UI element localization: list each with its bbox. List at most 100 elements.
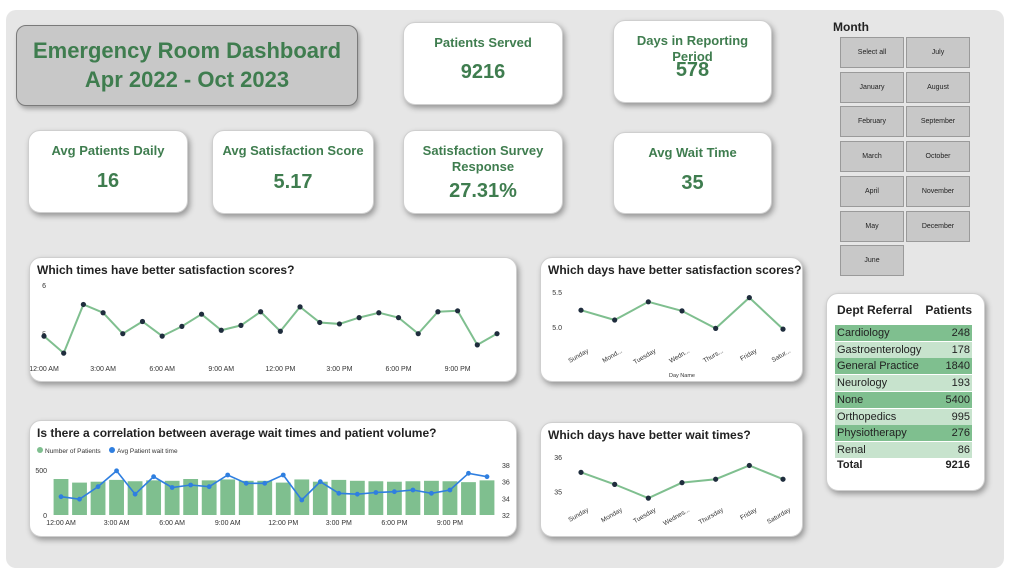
y-right-tick-label: 34	[502, 496, 510, 503]
wait-time-point	[373, 490, 379, 495]
data-point	[780, 326, 786, 332]
x-tick-label: 3:00 PM	[326, 366, 352, 373]
dept-row: None 5400	[835, 391, 972, 408]
x-tick-label: 6:00 AM	[149, 366, 175, 373]
x-tick-label: Thursday	[698, 506, 726, 526]
data-point	[746, 462, 752, 469]
data-point	[679, 480, 685, 486]
kpi-value: 5.17	[273, 171, 313, 193]
total-value: 9216	[945, 459, 970, 471]
dept-patients: 86	[957, 443, 970, 456]
data-point	[198, 311, 205, 317]
month-button[interactable]: February	[840, 106, 904, 138]
chart-hour-satisfaction-card: Which times have better satisfaction sco…	[29, 257, 517, 382]
x-tick-label: Monday	[600, 506, 624, 524]
x-tick-label: Friday	[739, 347, 759, 362]
x-tick-label: 9:00 AM	[215, 520, 241, 527]
dept-name: Cardiology	[837, 327, 890, 339]
patient-count-bar	[331, 479, 347, 515]
kpi-survey-response: Satisfaction Survey Response 27.31%	[403, 130, 563, 214]
month-button[interactable]: December	[906, 210, 970, 242]
legend-marker	[37, 447, 43, 453]
dept-row: Neurology 193	[835, 375, 972, 392]
data-point	[356, 315, 362, 321]
month-button[interactable]: July	[906, 37, 970, 68]
kpi-value: 9216	[460, 61, 506, 83]
y-left-tick-label: 0	[43, 513, 47, 520]
dept-referral-table: Dept Referral Patients Cardiology 248 Gast…	[826, 293, 985, 491]
legend-label: Number of Patients	[45, 448, 101, 455]
month-button[interactable]: Select all	[840, 37, 904, 68]
dashboard-title: Emergency Room Dashboard	[32, 38, 342, 63]
month-button[interactable]: April	[840, 175, 904, 207]
dept-patients: 248	[951, 327, 970, 339]
data-point	[395, 315, 402, 321]
wait-time-point	[262, 480, 268, 486]
data-point	[713, 325, 719, 331]
dept-row: Gastroenterology 178	[835, 341, 972, 358]
month-button[interactable]: September	[906, 106, 970, 138]
y-tick-label: 35	[554, 489, 562, 496]
dept-name: General Practice	[837, 360, 919, 373]
wait-time-point	[225, 472, 231, 478]
data-point	[120, 331, 126, 337]
data-point	[100, 310, 106, 316]
x-tick-label: 9:00 PM	[445, 366, 471, 373]
data-point	[780, 476, 786, 482]
wait-time-point	[58, 494, 64, 500]
x-tick-label: Satur...	[771, 348, 793, 364]
kpi-patients-served: Patients Served 9216	[403, 22, 563, 105]
data-point	[336, 321, 343, 327]
chart-wait-volume-card: Is there a correlation between average w…	[29, 420, 517, 537]
kpi-avg-patients-daily: Avg Patients Daily 16	[28, 130, 188, 213]
month-button[interactable]: March	[840, 141, 904, 173]
patient-count-bar	[238, 480, 254, 515]
kpi-label: Patients Served	[434, 35, 532, 50]
patient-count-bar	[220, 479, 236, 515]
dashboard-period: Apr 2022 - Oct 2023	[84, 67, 290, 92]
x-tick-label: Wednes...	[662, 507, 691, 528]
dept-name: Gastroenterology	[837, 343, 922, 356]
dept-patients: 1840	[945, 360, 970, 373]
x-tick-label: 6:00 PM	[385, 366, 411, 373]
patient-count-bar	[368, 481, 384, 515]
month-button[interactable]: November	[906, 175, 970, 207]
data-point	[41, 333, 47, 339]
data-point	[645, 495, 651, 501]
x-tick-label: 12:00 AM	[46, 520, 76, 527]
chart-day-satisfaction: 5.5 5.0 Sunday Mond... Tuesday Wedn... Thurs..…	[552, 290, 793, 379]
kpi-avg-satisfaction: Avg Satisfaction Score 5.17	[212, 130, 374, 214]
dept-patients: 193	[951, 377, 970, 390]
y-right-tick-label: 32	[502, 513, 510, 520]
month-button[interactable]: January	[840, 71, 904, 103]
x-tick-label: Sunday	[567, 347, 590, 364]
dept-row: Cardiology 248	[835, 325, 972, 341]
data-point	[61, 350, 67, 356]
x-tick-label: 6:00 AM	[159, 520, 185, 527]
dept-row: General Practice 1840	[835, 358, 972, 375]
dept-header: Dept Referral	[837, 303, 913, 317]
wait-time-point	[114, 468, 119, 474]
x-tick-label: 12:00 AM	[30, 366, 59, 373]
x-axis-title: Day Name	[669, 373, 695, 379]
data-point	[258, 309, 264, 315]
dept-name: Physiotherapy	[837, 427, 907, 440]
dept-name: None	[837, 393, 864, 406]
chart-day-wait: 36 35 Sunday Monday Tuesday Wednes... Thursday…	[554, 455, 792, 528]
patient-count-bar	[405, 481, 421, 515]
wait-time-point	[447, 487, 453, 493]
data-point	[455, 308, 461, 314]
x-tick-label: 9:00 PM	[437, 520, 463, 527]
month-button[interactable]: August	[906, 71, 970, 103]
month-button[interactable]: June	[840, 245, 904, 277]
month-button[interactable]: October	[906, 141, 970, 173]
month-button[interactable]: May	[840, 210, 904, 242]
wait-time-point	[95, 484, 101, 490]
data-point	[238, 322, 244, 328]
x-tick-label: 12:00 PM	[265, 366, 295, 373]
patient-count-bar	[109, 479, 124, 515]
x-tick-label: 3:00 PM	[326, 520, 352, 527]
wait-time-point	[391, 489, 397, 495]
dept-patients: 995	[951, 410, 970, 423]
dept-patients: 5400	[945, 393, 970, 406]
